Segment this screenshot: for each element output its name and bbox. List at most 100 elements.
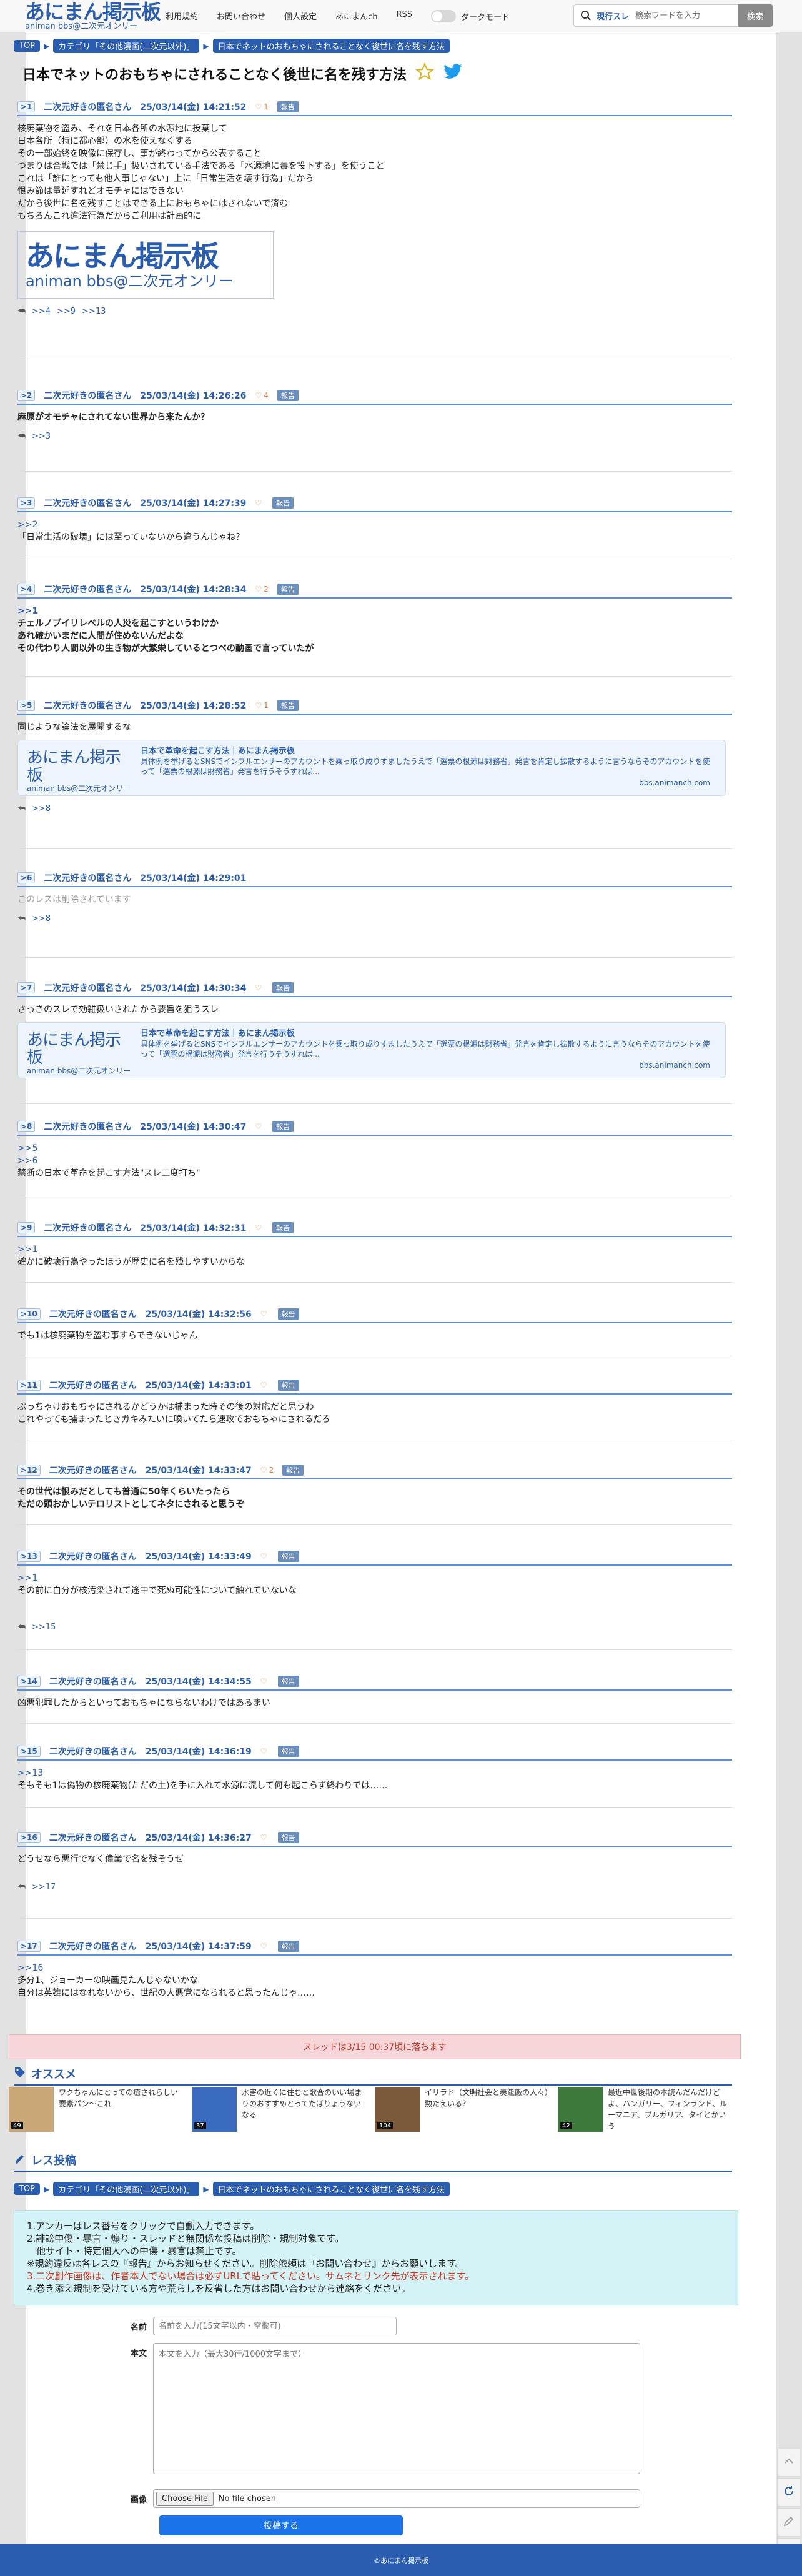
search-button[interactable]: 検索 (738, 4, 773, 27)
post-number[interactable]: >15 (17, 1746, 41, 1757)
nav-animanch[interactable]: あにまんch (335, 10, 377, 22)
breadcrumb-top[interactable]: TOP (14, 2183, 41, 2195)
breadcrumb-category[interactable]: カテゴリ「その他漫画(二次元以外)」 (53, 2182, 200, 2196)
nav-contact[interactable]: お問い合わせ (217, 10, 265, 22)
report-button[interactable]: 報告 (277, 1380, 299, 1391)
twitter-icon[interactable] (443, 63, 463, 84)
nav-rss[interactable]: RSS (396, 10, 412, 22)
reply-link[interactable]: >>17 (32, 1882, 56, 1892)
post-number[interactable]: >16 (17, 1832, 41, 1843)
anchor-link[interactable]: >>5 (17, 1142, 732, 1155)
recommend-item[interactable]: 42 最近中世後期の本読んだんだけどよ、ハンガリー、フィンランド、ルーマニア、ブ… (558, 2087, 741, 2132)
report-button[interactable]: 報告 (272, 497, 294, 509)
like-button[interactable]: ♡ (255, 499, 264, 507)
report-button[interactable]: 報告 (277, 700, 299, 711)
reply-link[interactable]: >>15 (32, 1623, 56, 1632)
like-button[interactable]: ♡ (260, 1833, 269, 1842)
breadcrumb-thread[interactable]: 日本でネットのおもちゃにされることなく後世に名を残す方法 (212, 39, 450, 53)
choose-file-button[interactable]: Choose File (156, 2491, 214, 2506)
anchor-link[interactable]: >>1 (17, 1243, 732, 1256)
reply-link[interactable]: >>8 (32, 914, 51, 923)
post-number[interactable]: >9 (17, 1222, 36, 1233)
reply-link[interactable]: >>3 (32, 432, 51, 441)
post-number[interactable]: >6 (17, 872, 36, 883)
report-button[interactable]: 報告 (277, 1832, 299, 1843)
anchor-link[interactable]: >>6 (17, 1155, 732, 1167)
submit-button[interactable]: 投稿する (159, 2515, 403, 2535)
anchor-link[interactable]: >>2 (17, 519, 732, 531)
post-number[interactable]: >12 (17, 1465, 41, 1476)
post-number[interactable]: >17 (17, 1941, 41, 1952)
recommend-item[interactable]: 49 ワクちゃんにとっての癒されらしい要素パン〜これ (9, 2087, 192, 2132)
breadcrumb-thread[interactable]: 日本でネットのおもちゃにされることなく後世に名を残す方法 (212, 2182, 450, 2196)
reload-button[interactable] (777, 2478, 801, 2507)
post-number[interactable]: >2 (17, 390, 36, 401)
like-button[interactable]: ♡ (260, 1381, 269, 1390)
search-input[interactable] (635, 11, 730, 21)
like-button[interactable]: ♡ 2 (260, 1466, 274, 1474)
report-button[interactable]: 報告 (277, 101, 299, 112)
reply-link[interactable]: >>4 (32, 307, 51, 316)
anchor-link[interactable]: >>13 (17, 1767, 732, 1779)
write-button[interactable] (777, 2508, 801, 2537)
report-button[interactable]: 報告 (272, 1121, 294, 1132)
recommend-item[interactable]: 37 水害の近くに住むと歌合のいい場まりのおすすめとってたばりょうないなる (192, 2087, 375, 2132)
body-textarea[interactable] (153, 2343, 640, 2474)
site-logo[interactable]: あにまん掲示板 animan bbs@二次元オンリー (25, 1, 162, 31)
file-input[interactable]: Choose File No file chosen (153, 2489, 640, 2508)
report-button[interactable]: 報告 (277, 1746, 299, 1757)
like-button[interactable]: ♡ 1 (255, 102, 268, 111)
report-button[interactable]: 報告 (277, 390, 299, 401)
reply-link[interactable]: >>8 (32, 804, 51, 813)
reply-link[interactable]: >>9 (57, 307, 76, 316)
like-button[interactable]: ♡ (255, 1223, 264, 1232)
post-number[interactable]: >5 (17, 700, 36, 711)
breadcrumb-top[interactable]: TOP (14, 40, 41, 52)
anchor-link[interactable]: >>1 (17, 1572, 732, 1584)
reply-link[interactable]: >>13 (82, 307, 106, 316)
link-preview-card[interactable]: あにまん掲示板 animan bbs@二次元オンリー 日本で革命を起こす方法｜あ… (17, 740, 726, 796)
like-button[interactable]: ♡ (260, 1310, 269, 1318)
like-button[interactable]: ♡ 4 (255, 391, 268, 400)
report-button[interactable]: 報告 (277, 1941, 299, 1952)
post-number[interactable]: >14 (17, 1676, 41, 1687)
nav-terms[interactable]: 利用規約 (166, 10, 198, 22)
scroll-top-button[interactable] (777, 2448, 801, 2477)
breadcrumb-category[interactable]: カテゴリ「その他漫画(二次元以外)」 (53, 39, 200, 53)
link-preview-card[interactable]: あにまん掲示板 animan bbs@二次元オンリー 日本で革命を起こす方法｜あ… (17, 1022, 726, 1078)
post-number[interactable]: >13 (17, 1551, 41, 1562)
post-number[interactable]: >10 (17, 1308, 41, 1320)
report-button[interactable]: 報告 (282, 1465, 304, 1476)
dark-mode-toggle[interactable]: ダークモード (430, 10, 510, 22)
post-number[interactable]: >11 (17, 1380, 41, 1391)
like-button[interactable]: ♡ (260, 1747, 269, 1756)
post-number[interactable]: >8 (17, 1121, 36, 1132)
anchor-link[interactable]: >>16 (17, 1962, 732, 1974)
nav-settings[interactable]: 個人設定 (284, 10, 317, 22)
like-button[interactable]: ♡ (260, 1677, 269, 1686)
post-number[interactable]: >4 (17, 584, 36, 595)
report-button[interactable]: 報告 (272, 982, 294, 993)
post-number[interactable]: >1 (17, 101, 36, 112)
name-field[interactable] (153, 2317, 397, 2335)
report-button[interactable]: 報告 (277, 1676, 299, 1687)
like-button[interactable]: ♡ (255, 983, 264, 992)
anchor-link[interactable]: >>1 (17, 605, 732, 617)
post-image[interactable]: あにまん掲示板 animan bbs@二次元オンリー (17, 231, 274, 299)
post-number[interactable]: >7 (17, 982, 36, 993)
search-scope-select[interactable]: 現行スレ (597, 10, 629, 22)
recommend-item[interactable]: 104 イリラド（文明社会と奏籠飯の人々）勲たえいる？ (375, 2087, 558, 2132)
like-button[interactable]: ♡ (255, 1122, 264, 1131)
report-button[interactable]: 報告 (277, 1308, 299, 1320)
report-button[interactable]: 報告 (272, 1222, 294, 1233)
like-button[interactable]: ♡ 2 (255, 585, 268, 594)
report-button[interactable]: 報告 (277, 1551, 299, 1562)
toggle-track[interactable] (430, 10, 456, 22)
like-button[interactable]: ♡ (260, 1552, 269, 1561)
like-button[interactable]: ♡ (260, 1942, 269, 1951)
post-header: >5 二次元好きの匿名さん 25/03/14(金) 14:28:52 ♡ 1 報告 (17, 700, 732, 715)
favorite-star-icon[interactable] (415, 62, 434, 85)
report-button[interactable]: 報告 (277, 584, 299, 595)
post-number[interactable]: >3 (17, 497, 36, 509)
like-button[interactable]: ♡ 1 (255, 701, 268, 710)
